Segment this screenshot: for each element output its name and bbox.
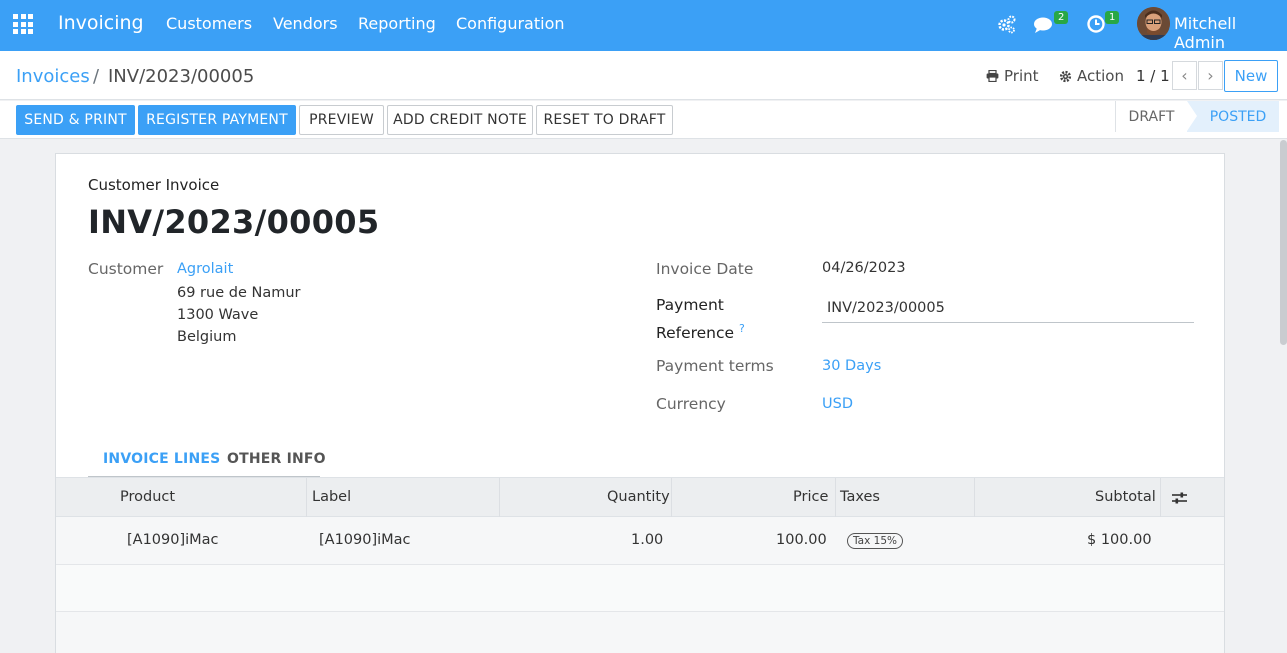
messages-badge: 2 — [1054, 11, 1069, 24]
payment-reference-input[interactable]: INV/2023/00005 — [822, 297, 1194, 323]
address-country: Belgium — [177, 329, 237, 345]
payment-terms-label: Payment terms — [656, 357, 774, 375]
messages-icon[interactable] — [1033, 13, 1055, 35]
column-label[interactable]: Label — [312, 489, 351, 505]
empty-row[interactable] — [56, 565, 1224, 612]
stage-arrow — [1187, 101, 1197, 131]
menu-reporting[interactable]: Reporting — [358, 14, 436, 33]
invoice-number-title: INV/2023/00005 — [88, 203, 380, 241]
menu-vendors[interactable]: Vendors — [273, 14, 338, 33]
pager-next-button[interactable]: › — [1198, 61, 1223, 90]
row-subtotal: $ 100.00 — [1087, 532, 1152, 548]
currency-label: Currency — [656, 395, 726, 413]
column-divider — [671, 478, 672, 518]
stage-posted[interactable]: POSTED — [1187, 101, 1279, 132]
print-label: Print — [1004, 67, 1039, 85]
invoice-date-label: Invoice Date — [656, 260, 754, 278]
menu-configuration[interactable]: Configuration — [456, 14, 565, 33]
table-row[interactable]: [A1090]iMac [A1090]iMac 1.00 100.00 Tax … — [56, 517, 1224, 565]
customer-link[interactable]: Agrolait — [177, 261, 233, 277]
currency-link[interactable]: USD — [822, 396, 853, 412]
help-tooltip-icon[interactable]: ? — [739, 322, 745, 335]
address-city: 1300 Wave — [177, 307, 259, 323]
row-product[interactable]: [A1090]iMac — [127, 532, 219, 548]
register-payment-button[interactable]: REGISTER PAYMENT — [138, 105, 296, 135]
column-product[interactable]: Product — [120, 489, 175, 505]
row-price[interactable]: 100.00 — [776, 532, 827, 548]
action-button[interactable]: Action — [1059, 67, 1124, 85]
debug-gears-icon[interactable] — [996, 13, 1018, 35]
optional-columns-toggle-icon[interactable] — [1172, 490, 1187, 509]
reset-to-draft-button[interactable]: RESET TO DRAFT — [536, 105, 673, 135]
payment-reference-label-line2: Reference — [656, 324, 735, 343]
column-divider — [835, 478, 836, 518]
print-button[interactable]: Print — [986, 67, 1039, 85]
payment-reference-label: Payment Reference ? — [656, 293, 745, 345]
top-navbar: Invoicing Customers Vendors Reporting Co… — [0, 0, 1287, 52]
action-label: Action — [1077, 67, 1124, 85]
payment-reference-label-line1: Payment — [656, 296, 724, 314]
app-brand[interactable]: Invoicing — [58, 12, 144, 34]
activities-badge: 1 — [1105, 11, 1120, 24]
breadcrumb-separator: / — [93, 66, 100, 87]
pager-value[interactable]: 1 / 1 — [1136, 67, 1170, 85]
control-panel: Invoices / INV/2023/00005 Print Action 1… — [0, 51, 1287, 100]
tax-tag[interactable]: Tax 15% — [847, 533, 903, 549]
tab-invoice-lines[interactable]: INVOICE LINES — [103, 451, 220, 467]
page-scrollbar[interactable] — [1280, 140, 1287, 345]
invoice-date-value[interactable]: 04/26/2023 — [822, 260, 906, 276]
column-subtotal[interactable]: Subtotal — [1095, 489, 1156, 505]
column-divider — [1160, 478, 1161, 518]
pager-previous-button[interactable]: ‹ — [1172, 61, 1197, 90]
gear-icon — [1059, 70, 1072, 82]
chevron-right-icon: › — [1207, 66, 1214, 85]
tab-other-info[interactable]: OTHER INFO — [227, 451, 326, 467]
address-street: 69 rue de Namur — [177, 285, 301, 301]
row-quantity[interactable]: 1.00 — [631, 532, 663, 548]
document-type: Customer Invoice — [88, 176, 220, 194]
customer-label: Customer — [88, 260, 164, 278]
invoice-sheet: Customer Invoice INV/2023/00005 Customer… — [55, 153, 1225, 653]
user-avatar[interactable] — [1137, 7, 1170, 40]
breadcrumb-current: INV/2023/00005 — [108, 66, 255, 87]
print-icon — [986, 70, 999, 82]
status-bar: SEND & PRINT REGISTER PAYMENT PREVIEW AD… — [0, 101, 1287, 139]
row-label[interactable]: [A1090]iMac — [319, 532, 411, 548]
column-divider — [499, 478, 500, 518]
chevron-left-icon: ‹ — [1181, 66, 1188, 85]
column-divider — [306, 478, 307, 518]
column-price[interactable]: Price — [793, 489, 828, 505]
new-button[interactable]: New — [1224, 60, 1278, 92]
column-quantity[interactable]: Quantity — [607, 489, 670, 505]
empty-row[interactable] — [56, 612, 1224, 653]
column-taxes[interactable]: Taxes — [840, 489, 880, 505]
add-credit-note-button[interactable]: ADD CREDIT NOTE — [387, 105, 533, 135]
send-print-button[interactable]: SEND & PRINT — [16, 105, 135, 135]
payment-terms-link[interactable]: 30 Days — [822, 358, 881, 374]
preview-button[interactable]: PREVIEW — [299, 105, 384, 135]
column-divider — [974, 478, 975, 518]
table-header: Product Label Quantity Price Taxes Subto… — [56, 477, 1224, 518]
user-name[interactable]: Mitchell Admin — [1174, 14, 1287, 52]
stage-draft[interactable]: DRAFT — [1115, 101, 1187, 132]
apps-grid-icon[interactable] — [13, 14, 33, 34]
menu-customers[interactable]: Customers — [166, 14, 252, 33]
breadcrumb-invoices[interactable]: Invoices — [16, 66, 90, 87]
